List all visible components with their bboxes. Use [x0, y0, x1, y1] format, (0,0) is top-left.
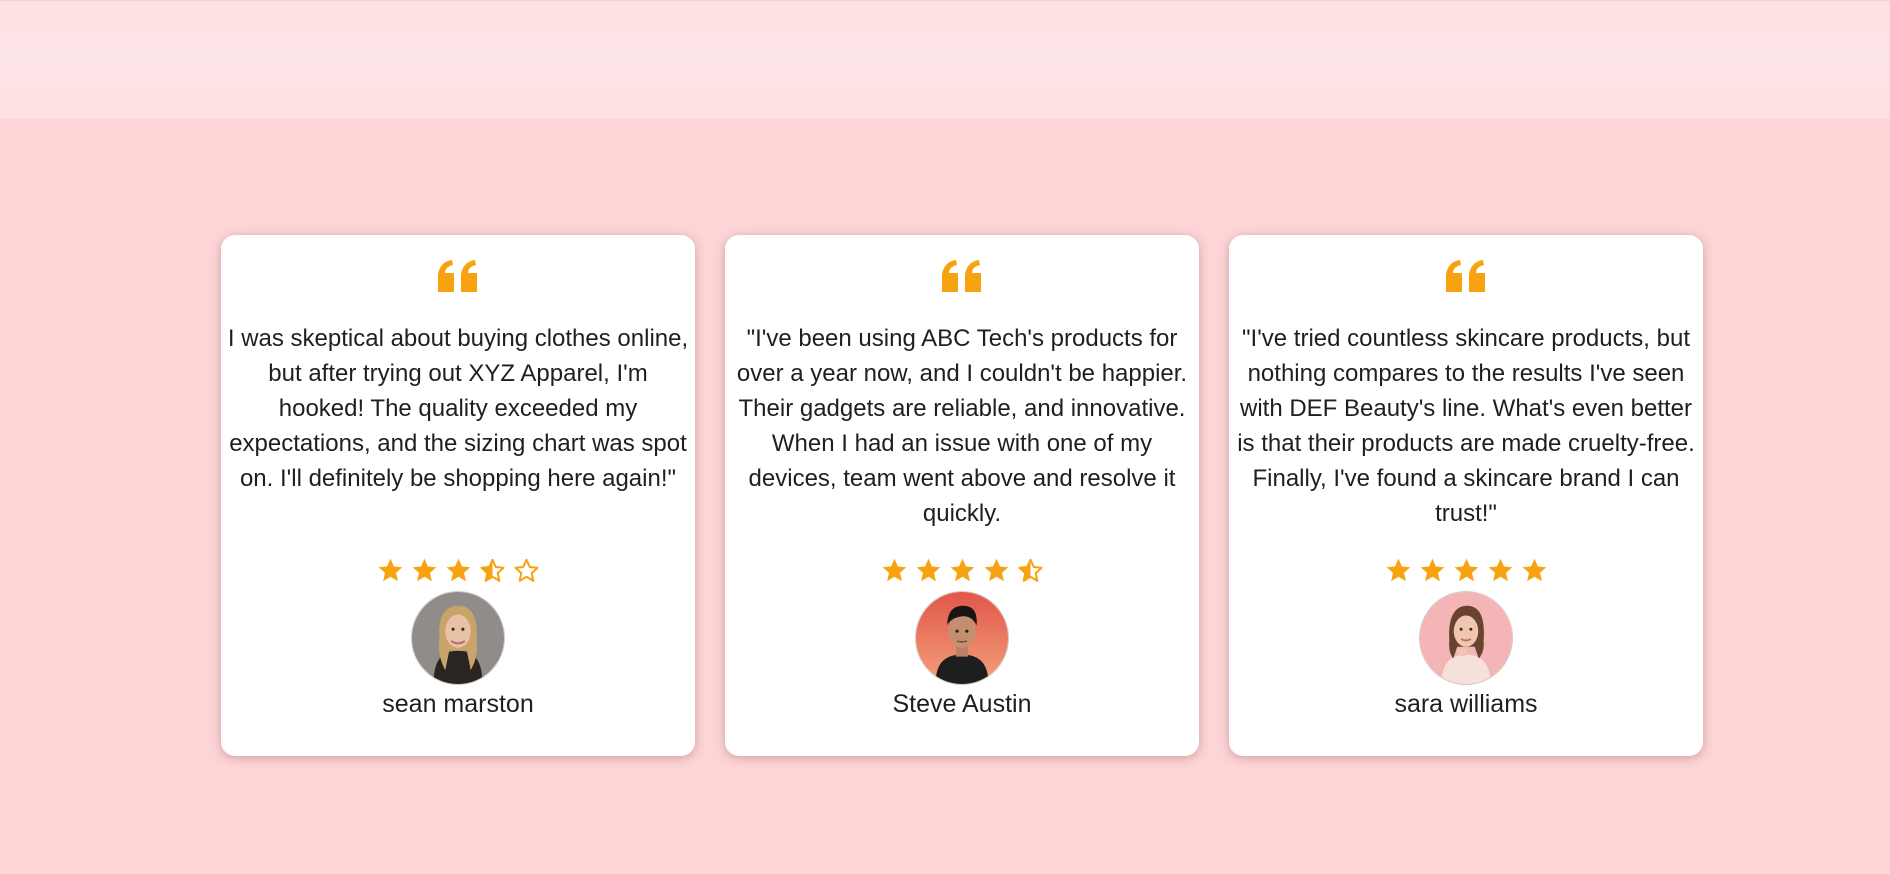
quote-icon	[1446, 260, 1485, 292]
star-full-icon	[1522, 558, 1546, 582]
avatar	[915, 591, 1009, 685]
star-full-icon	[984, 558, 1008, 582]
star-empty-icon	[513, 558, 539, 582]
testimonials-row: I was skeptical about buying clothes onl…	[221, 235, 1703, 756]
avatar-woman-blonde-icon	[412, 592, 504, 684]
star-full-icon	[378, 558, 402, 582]
star-full-icon	[1386, 558, 1410, 582]
star-rating	[725, 557, 1199, 584]
reviewer-name: sara williams	[1394, 690, 1538, 718]
star-full-icon	[446, 558, 470, 582]
star-rating	[1229, 557, 1703, 584]
star-full-icon	[1488, 558, 1512, 582]
reviewer-name: Steve Austin	[892, 690, 1032, 718]
star-half-icon	[479, 558, 505, 582]
quote-icon	[438, 260, 477, 292]
testimonial-quote: "I've tried countless skincare products,…	[1237, 325, 1695, 527]
testimonial-card: I was skeptical about buying clothes onl…	[221, 235, 695, 756]
testimonial-quote: I was skeptical about buying clothes onl…	[227, 325, 689, 492]
star-half-icon	[1017, 558, 1043, 582]
star-full-icon	[412, 558, 436, 582]
avatar-woman-brunette-icon	[1420, 592, 1512, 684]
testimonial-card: "I've tried countless skincare products,…	[1229, 235, 1703, 756]
star-full-icon	[1420, 558, 1444, 582]
star-full-icon	[950, 558, 974, 582]
star-rating	[221, 557, 695, 584]
reviewer-name: sean marston	[382, 690, 534, 718]
avatar	[411, 591, 505, 685]
avatar-man-dark-hair-icon	[916, 592, 1008, 684]
top-banner-band	[0, 0, 1890, 119]
star-full-icon	[882, 558, 906, 582]
star-full-icon	[1454, 558, 1478, 582]
testimonial-card: "I've been using ABC Tech's products for…	[725, 235, 1199, 756]
avatar	[1419, 591, 1513, 685]
testimonial-quote: "I've been using ABC Tech's products for…	[736, 325, 1188, 527]
star-full-icon	[916, 558, 940, 582]
quote-icon	[942, 260, 981, 292]
